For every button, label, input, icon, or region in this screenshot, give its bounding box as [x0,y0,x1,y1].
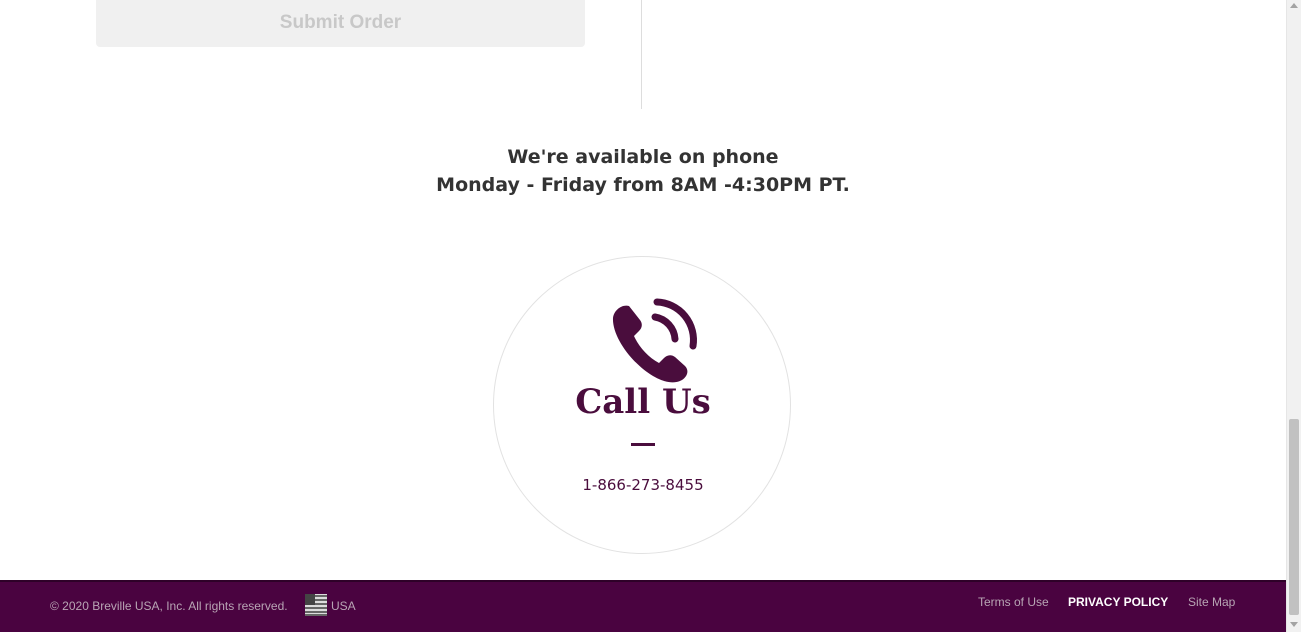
phone-icon [612,298,697,383]
availability-line-1: We're available on phone [507,146,779,168]
availability-message: We're available on phone Monday - Friday… [0,143,1286,199]
footer-copyright: © 2020 Breville USA, Inc. All rights res… [50,599,288,613]
site-map-link[interactable]: Site Map [1188,593,1235,611]
availability-line-2: Monday - Friday from 8AM -4:30PM PT. [436,174,850,196]
footer-country-selector[interactable]: USA [331,597,356,615]
terms-of-use-link[interactable]: Terms of Use [978,593,1049,611]
us-flag-icon[interactable] [305,594,327,616]
title-underline [631,443,655,446]
scrollbar-thumb[interactable] [1289,419,1299,615]
call-us-phone-number[interactable]: 1-866-273-8455 [0,474,1286,496]
scroll-down-arrow-icon[interactable] [1290,622,1298,627]
page: Submit Order We're available on phone Mo… [0,0,1286,632]
vertical-scrollbar[interactable] [1286,0,1301,632]
submit-order-button[interactable]: Submit Order [96,0,585,47]
column-divider [641,0,642,109]
privacy-policy-link[interactable]: PRIVACY POLICY [1068,593,1168,611]
scroll-up-arrow-icon[interactable] [1290,3,1298,8]
call-us-title: Call Us [575,382,711,422]
site-footer: © 2020 Breville USA, Inc. All rights res… [0,580,1286,632]
